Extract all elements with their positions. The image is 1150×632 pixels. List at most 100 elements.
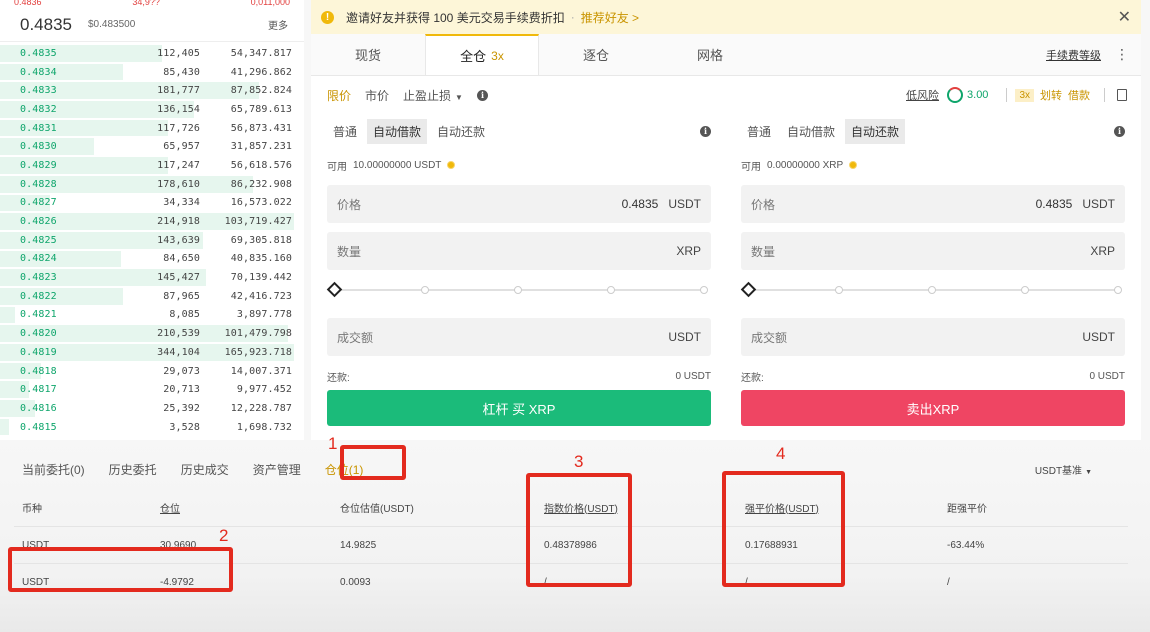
order-book-row[interactable]: 0.4827 34,334 16,573.022 xyxy=(0,194,304,213)
tab-assets[interactable]: 资产管理 xyxy=(253,457,301,478)
bid-amount: 136,154 xyxy=(157,103,200,115)
bid-total: 16,573.022 xyxy=(230,197,292,209)
order-book-row[interactable]: 0.4819 344,104 165,923.718 xyxy=(0,343,304,362)
buy-mode-auto-borrow[interactable]: 自动借款 xyxy=(367,118,428,144)
order-book-row[interactable]: 0.4826 214,918 103,719.427 xyxy=(0,212,304,231)
tab-open-orders[interactable]: 当前委托(0) xyxy=(22,457,85,478)
order-book-row[interactable]: 0.4816 25,392 12,228.787 xyxy=(0,399,304,418)
bid-total: 87,852.824 xyxy=(230,85,292,97)
bid-price: 0.4833 xyxy=(20,85,57,97)
slider-tick-50[interactable] xyxy=(928,286,936,294)
more-options-icon[interactable]: ⋮ xyxy=(1115,34,1141,75)
order-book-rows: 0.4835 112,405 54,347.817 0.4834 85,430 41,29… xyxy=(0,42,304,436)
bid-total: 69,305.818 xyxy=(230,234,292,246)
order-book-row[interactable]: 0.4815 3,528 1,698.732 xyxy=(0,418,304,437)
order-type-stop-limit[interactable]: 止盈止损 ▼ xyxy=(403,87,463,104)
bid-price: 0.4831 xyxy=(20,122,57,134)
slider-tick-100[interactable] xyxy=(700,286,708,294)
order-book-row[interactable]: 0.4822 87,965 42,416.723 xyxy=(0,287,304,306)
tab-isolated-margin[interactable]: 逐仓 xyxy=(539,34,653,75)
sell-mode-auto-borrow[interactable]: 自动借款 xyxy=(781,119,841,144)
more-link[interactable]: 更多 xyxy=(268,17,288,32)
order-book-row[interactable]: 0.4834 85,430 41,296.862 xyxy=(0,63,304,82)
sell-mode-auto-repay[interactable]: 自动还款 xyxy=(845,118,906,144)
buy-mode-normal[interactable]: 普通 xyxy=(327,119,363,144)
info-icon[interactable]: i xyxy=(1114,125,1125,137)
tab-trade-history[interactable]: 历史成交 xyxy=(181,457,229,478)
order-book-row[interactable]: 0.4824 84,650 40,835.160 xyxy=(0,250,304,269)
order-book-row[interactable]: 0.4832 136,154 65,789.613 xyxy=(0,100,304,119)
bid-amount: 117,726 xyxy=(157,122,200,134)
bid-amount: 210,539 xyxy=(157,328,200,340)
slider-tick-25[interactable] xyxy=(835,286,843,294)
order-type-market[interactable]: 市价 xyxy=(365,87,389,104)
referral-banner: ! 邀请好友并获得 100 美元交易手续费折扣 · 推荐好友 > ✕ xyxy=(311,0,1141,34)
slider-tick-25[interactable] xyxy=(421,286,429,294)
sell-amount-input[interactable]: 数量 XRP xyxy=(741,232,1125,270)
tab-order-history[interactable]: 历史委托 xyxy=(109,457,157,478)
sell-price-input[interactable]: 价格 0.4835 USDT xyxy=(741,185,1125,223)
tab-cross-leverage: 3x xyxy=(491,48,504,63)
order-book-header: 0.4835 $0.483500 更多 xyxy=(0,8,304,42)
order-book-row[interactable]: 0.4831 117,726 56,873.431 xyxy=(0,119,304,138)
total-unit: USDT xyxy=(668,330,701,344)
bid-amount: 84,650 xyxy=(163,253,200,265)
fee-level-link[interactable]: 手续费等级 xyxy=(1046,34,1115,75)
buy-price-input[interactable]: 价格 0.4835 USDT xyxy=(327,185,711,223)
order-book-row[interactable]: 0.4817 20,713 9,977.452 xyxy=(0,380,304,399)
coin-icon[interactable] xyxy=(849,161,858,169)
slider-tick-75[interactable] xyxy=(1021,286,1029,294)
order-book-row[interactable]: 0.4820 210,539 101,479.798 xyxy=(0,324,304,343)
price-value: 0.4835 xyxy=(1035,197,1073,211)
bid-total: 54,347.817 xyxy=(230,47,292,59)
total-unit: USDT xyxy=(1082,330,1115,344)
tab-grid[interactable]: 网格 xyxy=(653,34,767,75)
slider-handle[interactable] xyxy=(326,281,343,298)
col-position[interactable]: 仓位 xyxy=(160,500,340,515)
order-type-limit[interactable]: 限价 xyxy=(327,87,351,104)
info-icon[interactable]: i xyxy=(476,89,488,101)
tab-cross-margin[interactable]: 全仓 3x xyxy=(425,34,539,75)
order-book-row[interactable]: 0.4828 178,610 86,232.908 xyxy=(0,175,304,194)
borrow-link[interactable]: 借款 xyxy=(1068,87,1090,103)
info-icon[interactable]: i xyxy=(700,125,711,137)
tab-spot[interactable]: 现货 xyxy=(311,34,425,75)
sell-mode-normal[interactable]: 普通 xyxy=(741,119,777,144)
buy-total-input[interactable]: 成交额 USDT xyxy=(327,318,711,356)
chevron-down-icon: ▼ xyxy=(455,92,463,102)
price-unit: USDT xyxy=(1082,197,1115,211)
order-book-row[interactable]: 0.4825 143,639 69,305.818 xyxy=(0,231,304,250)
buy-mode-auto-repay[interactable]: 自动还款 xyxy=(431,119,491,144)
order-book-row[interactable]: 0.4833 181,777 87,852.824 xyxy=(0,81,304,100)
sell-button[interactable]: 卖出XRP xyxy=(741,390,1125,426)
slider-tick-75[interactable] xyxy=(607,286,615,294)
slider-tick-100[interactable] xyxy=(1114,286,1122,294)
buy-amount-input[interactable]: 数量 XRP xyxy=(327,232,711,270)
sell-total-input[interactable]: 成交额 USDT xyxy=(741,318,1125,356)
bid-total: 42,416.723 xyxy=(230,290,292,302)
order-book-row[interactable]: 0.4823 145,427 70,139.442 xyxy=(0,268,304,287)
transfer-link[interactable]: 划转 xyxy=(1040,87,1062,103)
base-currency-select[interactable]: USDT基准 ▼ xyxy=(1035,458,1092,477)
slider-handle[interactable] xyxy=(740,281,757,298)
order-book-row[interactable]: 0.4829 117,247 56,618.576 xyxy=(0,156,304,175)
order-book-row[interactable]: 0.4821 8,085 3,897.778 xyxy=(0,306,304,325)
referral-link[interactable]: 推荐好友 > xyxy=(581,9,639,26)
bid-amount: 65,957 xyxy=(163,141,200,153)
close-icon[interactable]: ✕ xyxy=(1118,7,1131,27)
bid-price: 0.4828 xyxy=(20,178,57,190)
margin-level-label[interactable]: 低风险 xyxy=(906,87,939,103)
calculator-icon[interactable] xyxy=(1117,89,1127,101)
annotation-number-4: 4 xyxy=(776,444,786,463)
margin-buy-button[interactable]: 杠杆 买 XRP xyxy=(327,390,711,426)
sell-amount-slider[interactable] xyxy=(740,278,1125,302)
slider-tick-50[interactable] xyxy=(514,286,522,294)
coin-icon[interactable] xyxy=(447,161,456,169)
order-book-row[interactable]: 0.4818 29,073 14,007.371 xyxy=(0,362,304,381)
buy-amount-slider[interactable] xyxy=(326,278,711,302)
order-book-row[interactable]: 0.4830 65,957 31,857.231 xyxy=(0,137,304,156)
bid-total: 1,698.732 xyxy=(236,421,292,433)
bid-price: 0.4821 xyxy=(20,309,57,321)
order-book-row[interactable]: 0.4835 112,405 54,347.817 xyxy=(0,44,304,63)
price-label: 价格 xyxy=(337,197,362,212)
